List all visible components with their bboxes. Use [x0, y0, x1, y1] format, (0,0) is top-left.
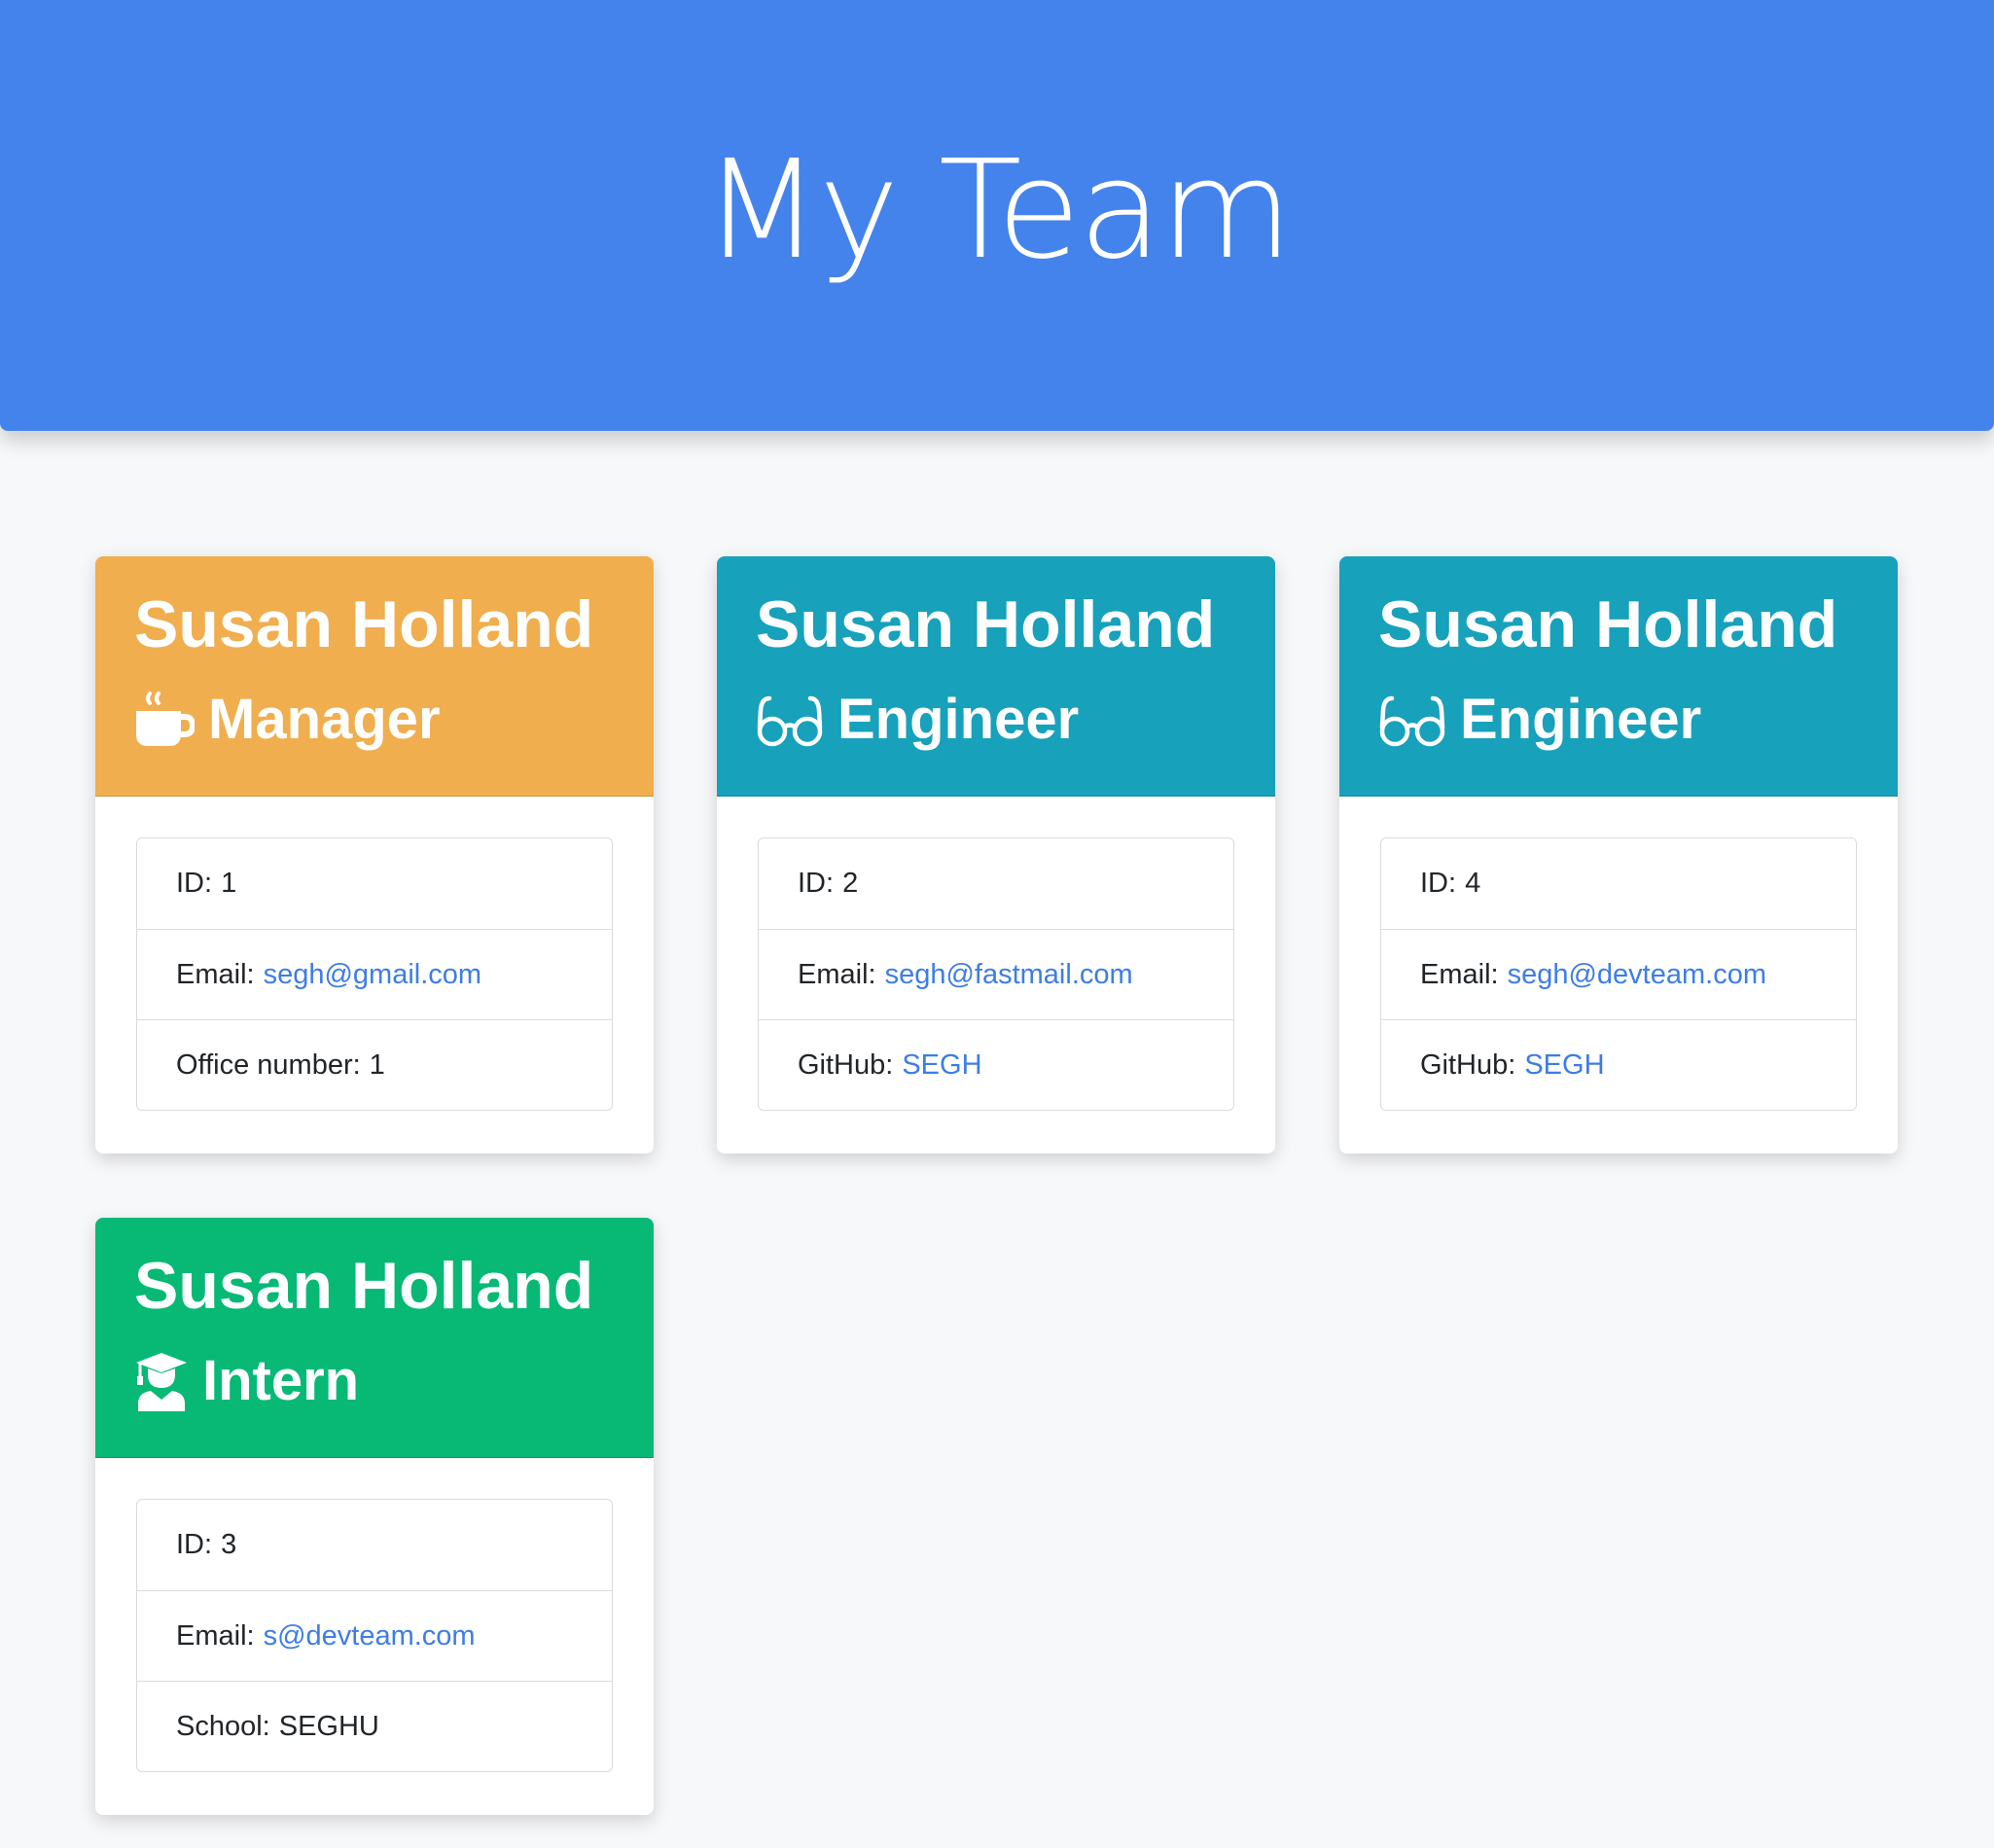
coffee-mug-icon — [134, 690, 196, 750]
role-label: Manager — [208, 688, 441, 751]
list-item-office: Office number: 1 — [137, 1019, 612, 1110]
list-item-id: ID: 4 — [1381, 838, 1856, 929]
school-value: SEGHU — [278, 1710, 379, 1742]
glasses-icon — [756, 693, 824, 747]
role-label: Engineer — [1460, 688, 1702, 751]
employee-name: Susan Holland — [134, 587, 594, 661]
id-label: ID: — [176, 1529, 213, 1560]
github-link[interactable]: SEGH — [1524, 1049, 1604, 1082]
id-value: 4 — [1465, 868, 1481, 899]
employee-role: Engineer — [1378, 679, 1898, 761]
card-body: ID: 4 Email: segh@devteam.com GitHub: SE… — [1339, 797, 1898, 1111]
glasses-icon — [1378, 693, 1446, 747]
list-item-email: Email: s@devteam.com — [137, 1590, 612, 1681]
id-label: ID: — [1420, 868, 1457, 899]
email-link[interactable]: segh@fastmail.com — [885, 959, 1133, 991]
card-body: ID: 1 Email: segh@gmail.com Office numbe… — [95, 797, 654, 1111]
card-header: Susan Holland Engineer — [717, 556, 1275, 797]
employee-card-intern: Susan Holland Intern ID: 3 Email: s@devt… — [95, 1218, 654, 1815]
email-link[interactable]: segh@devteam.com — [1508, 959, 1766, 991]
list-item-email: Email: segh@gmail.com — [137, 929, 612, 1019]
email-link[interactable]: segh@gmail.com — [264, 959, 481, 991]
employee-role: Manager — [134, 679, 654, 761]
employee-card-manager: Susan Holland Manager ID: 1 Email: segh@… — [95, 556, 654, 1154]
employee-name: Susan Holland — [756, 587, 1216, 661]
github-label: GitHub: — [1420, 1048, 1516, 1081]
id-label: ID: — [798, 868, 835, 899]
email-label: Email: — [176, 958, 255, 990]
info-list: ID: 2 Email: segh@fastmail.com GitHub: S… — [758, 837, 1234, 1111]
role-label: Engineer — [837, 688, 1080, 751]
list-item-github: GitHub: SEGH — [1381, 1019, 1856, 1110]
office-label: Office number: — [176, 1048, 361, 1081]
list-item-id: ID: 2 — [759, 838, 1233, 929]
info-list: ID: 1 Email: segh@gmail.com Office numbe… — [136, 837, 613, 1111]
card-body: ID: 3 Email: s@devteam.com School: SEGHU — [95, 1458, 654, 1772]
id-value: 1 — [221, 868, 237, 899]
employee-role: Engineer — [756, 679, 1275, 761]
id-label: ID: — [176, 868, 213, 899]
page-title: My Team — [702, 131, 1293, 290]
page-header: My Team — [0, 0, 1994, 431]
card-body: ID: 2 Email: segh@fastmail.com GitHub: S… — [717, 797, 1275, 1111]
list-item-email: Email: segh@fastmail.com — [759, 929, 1233, 1019]
list-item-id: ID: 3 — [137, 1500, 612, 1590]
id-value: 3 — [221, 1529, 237, 1560]
school-label: School: — [176, 1710, 270, 1742]
github-link[interactable]: SEGH — [902, 1049, 981, 1082]
employee-card-engineer: Susan Holland Engineer ID: 4 Email: segh… — [1339, 556, 1898, 1154]
email-link[interactable]: s@devteam.com — [264, 1620, 476, 1653]
list-item-github: GitHub: SEGH — [759, 1019, 1233, 1110]
list-item-id: ID: 1 — [137, 838, 612, 929]
list-item-school: School: SEGHU — [137, 1681, 612, 1771]
email-label: Email: — [1420, 958, 1499, 990]
card-header: Susan Holland Manager — [95, 556, 654, 797]
github-label: GitHub: — [798, 1048, 894, 1081]
info-list: ID: 4 Email: segh@devteam.com GitHub: SE… — [1380, 837, 1857, 1111]
employee-name: Susan Holland — [1378, 587, 1838, 661]
list-item-email: Email: segh@devteam.com — [1381, 929, 1856, 1019]
email-label: Email: — [176, 1619, 255, 1652]
graduate-icon — [134, 1351, 189, 1411]
card-header: Susan Holland Engineer — [1339, 556, 1898, 797]
email-label: Email: — [798, 958, 876, 990]
employee-name: Susan Holland — [134, 1249, 594, 1323]
id-value: 2 — [842, 868, 859, 899]
employee-card-engineer: Susan Holland Engineer ID: 2 Email: segh… — [717, 556, 1275, 1154]
card-header: Susan Holland Intern — [95, 1218, 654, 1458]
info-list: ID: 3 Email: s@devteam.com School: SEGHU — [136, 1499, 613, 1772]
office-value: 1 — [369, 1048, 385, 1081]
role-label: Intern — [202, 1349, 360, 1412]
employee-role: Intern — [134, 1340, 654, 1422]
